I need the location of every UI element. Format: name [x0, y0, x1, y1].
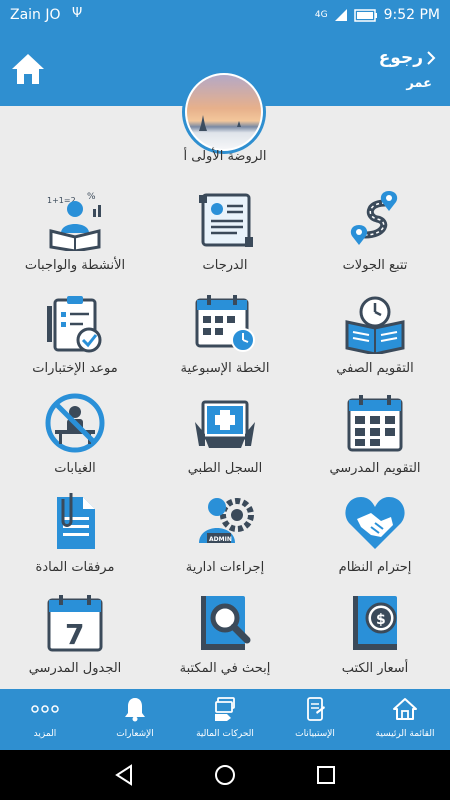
- grid-item-label: مرفقات المادة: [35, 560, 115, 575]
- calendar-clock-icon: [189, 288, 261, 358]
- grid-item-weekly-plan[interactable]: الخطة الإسبوعية: [150, 288, 300, 388]
- back-button[interactable]: رجوع: [379, 48, 436, 68]
- book-price-icon: $: [339, 588, 411, 658]
- svg-text:$: $: [376, 612, 386, 628]
- usb-icon: Ψ: [72, 6, 83, 21]
- money-hand-icon: [210, 695, 240, 723]
- network-type: 4G: [314, 10, 328, 20]
- attachment-document-icon: [39, 487, 111, 557]
- nav-surveys[interactable]: الإستبيانات: [270, 689, 360, 750]
- nav-more[interactable]: المزيد: [0, 689, 90, 750]
- grid-item-class-calendar[interactable]: التقويم الصفي: [300, 288, 450, 388]
- nav-label: القائمة الرئيسية: [375, 729, 435, 739]
- status-bar: Zain JO Ψ 4G 9:52 PM: [0, 0, 450, 32]
- grid-item-grades[interactable]: الدرجات: [150, 185, 300, 285]
- grid-item-subject-attachments[interactable]: مرفقات المادة: [0, 487, 150, 587]
- signal-icon: [334, 9, 347, 21]
- survey-phone-icon: [300, 695, 330, 723]
- back-label: رجوع: [378, 48, 423, 68]
- grid-item-label: الخطة الإسبوعية: [180, 361, 270, 376]
- grid-item-label: الدرجات: [202, 258, 248, 273]
- grid-item-activities[interactable]: 1+1=2 % الأنشطة والواجبات: [0, 185, 150, 285]
- grid-item-label: السجل الطبي: [187, 461, 263, 476]
- grid-item-label: الغيابات: [54, 461, 96, 476]
- chevron-right-icon: [427, 51, 436, 65]
- grid-item-label: الأنشطة والواجبات: [24, 258, 126, 273]
- calendar-seven-icon: 7: [39, 588, 111, 658]
- home-button[interactable]: [10, 52, 46, 86]
- grid-item-label: الجدول المدرسي: [28, 661, 122, 676]
- grid-item-route-tracking[interactable]: تتبع الجولات: [300, 185, 450, 285]
- recents-square-icon[interactable]: [314, 763, 338, 787]
- android-nav-bar: [0, 750, 450, 800]
- student-reading-icon: 1+1=2 %: [39, 185, 111, 255]
- home-outline-icon: [390, 695, 420, 723]
- nav-label: الإشعارات: [116, 729, 154, 739]
- clock: 9:52 PM: [383, 7, 440, 23]
- grid-item-admin-procedures[interactable]: ADMIN إجراءات ادارية: [150, 487, 300, 587]
- bell-icon: [120, 695, 150, 723]
- no-student-icon: [39, 388, 111, 458]
- medical-folder-icon: [189, 388, 261, 458]
- grid-item-label: تتبع الجولات: [342, 258, 408, 273]
- grid-item-medical-record[interactable]: السجل الطبي: [150, 388, 300, 488]
- nav-main-menu[interactable]: القائمة الرئيسية: [360, 689, 450, 750]
- grid-item-label: التقويم الصفي: [336, 361, 414, 376]
- nav-label: المزيد: [33, 729, 57, 739]
- more-dots-icon: [30, 695, 60, 723]
- certificate-scroll-icon: [189, 185, 261, 255]
- nav-label: الإستبيانات: [295, 729, 335, 739]
- grid-item-absences[interactable]: الغيابات: [0, 388, 150, 488]
- handshake-heart-icon: [339, 487, 411, 557]
- home-icon: [12, 54, 44, 84]
- admin-gear-icon: ADMIN: [189, 487, 261, 557]
- nav-label: الحركات المالية: [196, 729, 254, 739]
- grid-item-discipline[interactable]: إحترام النظام: [300, 487, 450, 587]
- library-search-icon: [189, 588, 261, 658]
- grid-item-exam-schedule[interactable]: موعد الإختبارات: [0, 288, 150, 388]
- grid-item-school-schedule[interactable]: 7 الجدول المدرسي: [0, 588, 150, 688]
- home-circle-icon[interactable]: [213, 763, 237, 787]
- svg-text:7: 7: [65, 618, 84, 651]
- book-clock-icon: [339, 288, 411, 358]
- grid-item-school-calendar[interactable]: التقويم المدرسي: [300, 388, 450, 488]
- grid-item-label: موعد الإختبارات: [32, 361, 118, 376]
- grid-item-label: إحترام النظام: [338, 560, 412, 575]
- bottom-nav: المزيد الإشعارات الحركات المالية الإستبي…: [0, 689, 450, 750]
- route-tracking-icon: [339, 185, 411, 255]
- avatar-image: [187, 75, 261, 149]
- svg-text:ADMIN: ADMIN: [209, 536, 232, 543]
- grid-item-label: التقويم المدرسي: [329, 461, 421, 476]
- grid-item-label: إجراءات ادارية: [185, 560, 265, 575]
- back-triangle-icon[interactable]: [113, 763, 137, 787]
- user-name: عمر: [406, 76, 432, 91]
- class-name: الروضة الأولى أ: [183, 149, 267, 164]
- nav-notifications[interactable]: الإشعارات: [90, 689, 180, 750]
- avatar[interactable]: [182, 70, 266, 154]
- clipboard-check-icon: [39, 288, 111, 358]
- svg-text:%: %: [87, 192, 96, 202]
- grid-item-library-search[interactable]: إبحث في المكتبة: [150, 588, 300, 688]
- battery-icon: [353, 8, 377, 22]
- calendar-grid-icon: [339, 388, 411, 458]
- grid-item-label: إبحث في المكتبة: [179, 661, 271, 676]
- nav-financial[interactable]: الحركات المالية: [180, 689, 270, 750]
- grid-item-book-prices[interactable]: $ أسعار الكتب: [300, 588, 450, 688]
- carrier-name: Zain JO: [10, 7, 61, 23]
- grid-item-label: أسعار الكتب: [341, 661, 409, 676]
